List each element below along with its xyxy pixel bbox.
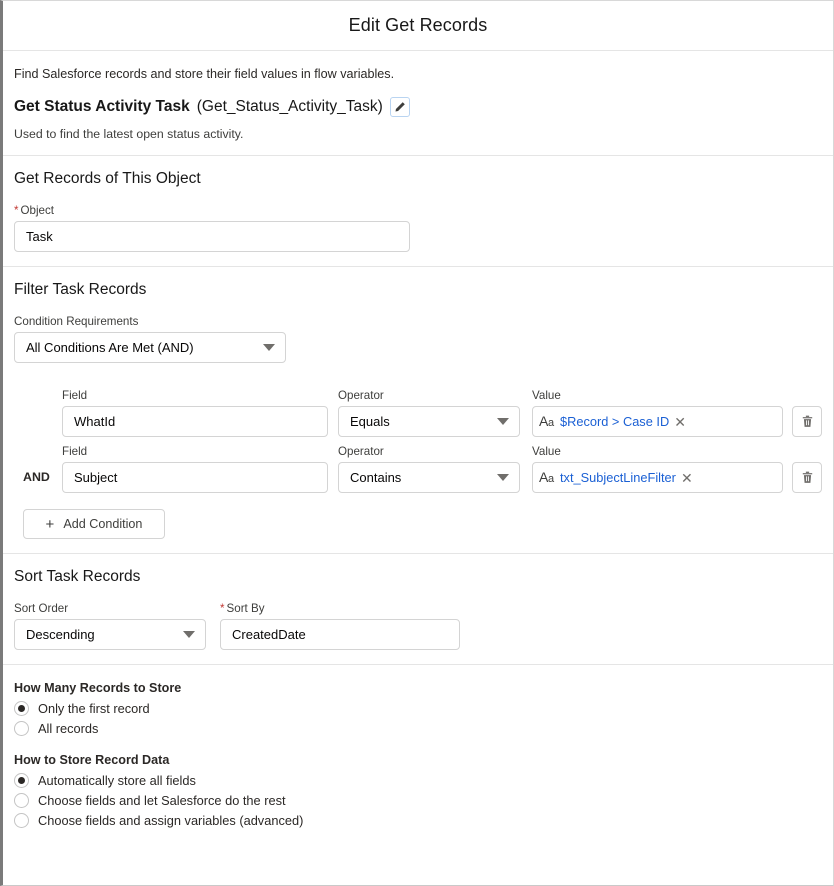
operator-column-header: Operator <box>338 445 384 458</box>
element-api-name: (Get_Status_Activity_Task) <box>196 98 383 115</box>
merge-field-pill: Aa $Record > Case ID ✕ <box>539 414 686 430</box>
text-type-icon: Aa <box>539 412 555 429</box>
how-many-records-title: How Many Records to Store <box>14 681 182 695</box>
value-column-header: Value <box>532 445 561 458</box>
sort-section: Sort Task Records Sort Order Descending … <box>3 554 833 665</box>
field-column-header: Field <box>62 445 88 458</box>
condition-requirements-label: Condition Requirements <box>14 315 139 328</box>
condition-operator-value: Equals <box>350 414 390 429</box>
close-icon[interactable]: ✕ <box>674 415 686 429</box>
radio-label: Choose fields and assign variables (adva… <box>38 813 304 828</box>
radio-choose-fields-salesforce[interactable]: Choose fields and let Salesforce do the … <box>14 793 822 808</box>
radio-only-first-record[interactable]: Only the first record <box>14 701 822 716</box>
sort-section-title: Sort Task Records <box>14 568 141 585</box>
edit-get-records-modal: Edit Get Records Find Salesforce records… <box>0 0 834 886</box>
chevron-down-icon <box>183 631 195 638</box>
radio-indicator <box>14 793 29 808</box>
condition-operator-select[interactable]: Contains <box>338 462 520 493</box>
condition-operator-value: Contains <box>350 470 402 485</box>
object-field-label: * Object <box>14 204 410 217</box>
required-asterisk: * <box>14 204 19 217</box>
sort-by-label-text: Sort By <box>226 602 265 615</box>
object-section: Get Records of This Object * Object Task <box>3 156 833 267</box>
delete-condition-button[interactable] <box>792 462 822 493</box>
add-condition-label: Add Condition <box>63 517 143 531</box>
chevron-down-icon <box>497 474 509 481</box>
element-description: Used to find the latest open status acti… <box>14 127 244 141</box>
object-section-title: Get Records of This Object <box>14 170 201 187</box>
filter-section: Filter Task Records Condition Requiremen… <box>3 267 833 554</box>
radio-indicator <box>14 773 29 788</box>
condition-row: Field WhatId Operator Equals Value A a $… <box>14 389 822 437</box>
condition-row: AND Field Subject Operator Contains Valu… <box>14 445 822 493</box>
how-to-store-title: How to Store Record Data <box>14 753 170 767</box>
radio-label: Choose fields and let Salesforce do the … <box>38 793 286 808</box>
sort-by-label: * Sort By <box>220 602 460 615</box>
sort-by-input[interactable]: CreatedDate <box>220 619 460 650</box>
sort-order-label: Sort Order <box>14 602 69 615</box>
add-condition-button[interactable]: + Add Condition <box>23 509 165 539</box>
object-field-label-text: Object <box>20 204 55 217</box>
storage-section: How Many Records to Store Only the first… <box>3 665 833 843</box>
chevron-down-icon <box>497 418 509 425</box>
plus-icon: + <box>45 515 55 533</box>
condition-field-input[interactable]: WhatId <box>62 406 328 437</box>
logic-operator-label: AND <box>23 470 50 484</box>
condition-value-text: $Record > Case ID <box>560 414 670 429</box>
radio-label: Automatically store all fields <box>38 773 196 788</box>
intro-section: Find Salesforce records and store their … <box>3 51 833 156</box>
value-column-header: Value <box>532 389 561 402</box>
required-asterisk: * <box>220 602 225 615</box>
page-title: Edit Get Records <box>348 15 488 35</box>
element-label-row: Get Status Activity Task (Get_Status_Act… <box>14 97 822 117</box>
radio-label: Only the first record <box>38 701 150 716</box>
radio-all-records[interactable]: All records <box>14 721 822 736</box>
object-input[interactable]: Task <box>14 221 410 252</box>
radio-choose-fields-advanced[interactable]: Choose fields and assign variables (adva… <box>14 813 822 828</box>
sort-order-value: Descending <box>26 627 95 642</box>
trash-icon <box>802 471 812 483</box>
field-column-header: Field <box>62 389 88 402</box>
delete-condition-button[interactable] <box>792 406 822 437</box>
text-type-icon: Aa <box>539 468 555 485</box>
pencil-icon[interactable] <box>389 97 410 117</box>
radio-automatically-store-all-fields[interactable]: Automatically store all fields <box>14 773 822 788</box>
radio-indicator <box>14 701 29 716</box>
merge-field-pill: Aa txt_SubjectLineFilter ✕ <box>539 470 693 486</box>
close-icon[interactable]: ✕ <box>681 471 693 485</box>
condition-rows: Field WhatId Operator Equals Value A a $… <box>14 389 822 493</box>
radio-indicator <box>14 813 29 828</box>
radio-label: All records <box>38 721 99 736</box>
logic-operator-placeholder <box>14 428 62 437</box>
filter-section-title: Filter Task Records <box>14 281 147 298</box>
condition-value-input[interactable]: Aa txt_SubjectLineFilter ✕ <box>532 462 783 493</box>
sort-order-select[interactable]: Descending <box>14 619 206 650</box>
condition-value-input[interactable]: Aa $Record > Case ID ✕ <box>532 406 783 437</box>
modal-header: Edit Get Records <box>3 1 833 51</box>
condition-value-text: txt_SubjectLineFilter <box>560 470 676 485</box>
condition-operator-select[interactable]: Equals <box>338 406 520 437</box>
condition-requirements-value: All Conditions Are Met (AND) <box>26 340 194 355</box>
radio-indicator <box>14 721 29 736</box>
chevron-down-icon <box>263 344 275 351</box>
intro-description: Find Salesforce records and store their … <box>14 67 395 81</box>
operator-column-header: Operator <box>338 389 384 402</box>
trash-icon <box>802 415 812 427</box>
element-label: Get Status Activity Task <box>14 98 190 115</box>
condition-requirements-select[interactable]: All Conditions Are Met (AND) <box>14 332 286 363</box>
condition-field-input[interactable]: Subject <box>62 462 328 493</box>
